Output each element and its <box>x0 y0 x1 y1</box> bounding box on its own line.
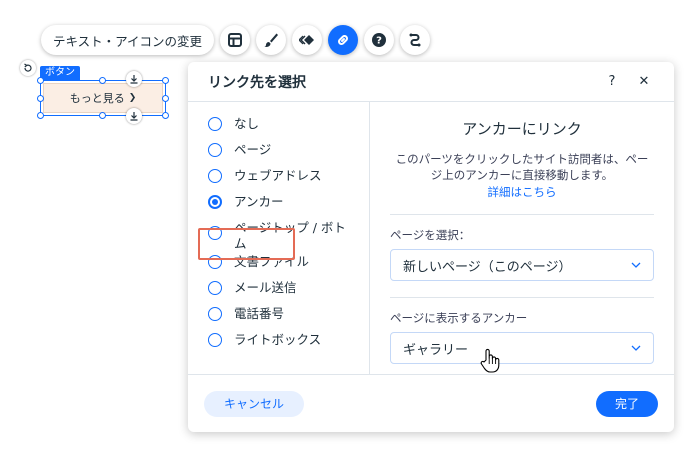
link-type-list: なし ページ ウェブアドレス アンカー ページトップ / ボトム 文書ファイル … <box>188 102 370 374</box>
anchor-description: このパーツをクリックしたサイト訪問者は、ページ上のアンカーに直接移動します。 <box>395 152 649 182</box>
link-panel: リンク先を選択 ? ✕ なし ページ ウェブアドレス アンカー ページトップ /… <box>188 62 674 432</box>
element-toolbar: テキスト・アイコンの変更 ? <box>41 25 431 55</box>
cancel-button[interactable]: キャンセル <box>204 390 305 417</box>
option-lightbox[interactable]: ライトボックス <box>188 332 369 358</box>
chevron-down-icon <box>631 345 641 351</box>
learn-more-link[interactable]: 詳細はこちら <box>390 184 654 200</box>
option-email[interactable]: メール送信 <box>188 280 369 306</box>
divider <box>390 214 654 215</box>
more-button[interactable]: もっと見る ❯ <box>43 83 163 113</box>
resize-handle-tr[interactable] <box>162 77 169 84</box>
panel-footer: キャンセル 完了 <box>188 374 674 432</box>
option-anchor[interactable]: アンカー <box>188 194 369 220</box>
anchor-select-dropdown[interactable]: ギャラリー <box>390 332 654 364</box>
radio-button[interactable] <box>208 117 222 131</box>
option-page[interactable]: ページ <box>188 142 369 168</box>
rotate-icon[interactable] <box>20 60 36 76</box>
radio-button[interactable] <box>208 281 222 295</box>
page-select-value: 新しいページ（このページ） <box>403 259 572 275</box>
resize-handle-tl[interactable] <box>37 77 44 84</box>
radio-button[interactable] <box>208 307 222 321</box>
hand-cursor-icon <box>480 348 500 373</box>
resize-handle-bm[interactable] <box>99 112 106 119</box>
anchor-title: アンカーにリンク <box>462 120 582 138</box>
connect-button[interactable] <box>400 25 431 55</box>
stretch-bottom-icon[interactable] <box>126 108 142 124</box>
close-icon[interactable]: ✕ <box>634 72 654 92</box>
link-icon <box>338 35 348 45</box>
resize-handle-br[interactable] <box>162 112 169 119</box>
animation-icon <box>299 35 315 45</box>
option-phone[interactable]: 電話番号 <box>188 306 369 332</box>
radio-button-checked[interactable] <box>208 195 222 209</box>
radio-button[interactable] <box>208 333 222 347</box>
layout-icon <box>228 33 243 47</box>
resize-handle-bl[interactable] <box>37 112 44 119</box>
anchor-settings: アンカーにリンク このパーツをクリックしたサイト訪問者は、ページ上のアンカーに直… <box>370 102 674 374</box>
highlight-box <box>198 228 295 260</box>
option-web-address[interactable]: ウェブアドレス <box>188 168 369 194</box>
brush-icon <box>264 33 279 47</box>
radio-button[interactable] <box>208 169 222 183</box>
svg-text:?: ? <box>376 36 382 47</box>
stretch-top-icon[interactable] <box>126 71 142 87</box>
radio-button[interactable] <box>208 143 222 157</box>
element-type-tag: ボタン <box>40 66 80 80</box>
help-icon[interactable]: ? <box>602 72 622 92</box>
resize-handle-tm[interactable] <box>99 77 106 84</box>
help-icon: ? <box>372 33 387 47</box>
option-none[interactable]: なし <box>188 116 369 142</box>
anchor-select-value: ギャラリー <box>403 342 469 358</box>
change-text-icon-button[interactable]: テキスト・アイコンの変更 <box>41 25 215 55</box>
connect-icon <box>409 33 421 47</box>
panel-title: リンク先を選択 <box>208 74 306 91</box>
chevron-down-icon <box>631 262 641 268</box>
divider <box>390 297 654 298</box>
panel-header: リンク先を選択 ? ✕ <box>188 62 674 102</box>
selected-element[interactable]: もっと見る ❯ <box>37 77 169 119</box>
panel-body: なし ページ ウェブアドレス アンカー ページトップ / ボトム 文書ファイル … <box>188 102 674 374</box>
resize-handle-ml[interactable] <box>37 95 44 102</box>
design-button[interactable] <box>256 25 287 55</box>
page-select-dropdown[interactable]: 新しいページ（このページ） <box>390 249 654 281</box>
link-button[interactable] <box>328 25 359 55</box>
help-button[interactable]: ? <box>364 25 395 55</box>
chevron-right-icon: ❯ <box>128 93 137 103</box>
page-select-label: ページを選択： <box>390 228 471 242</box>
done-button[interactable]: 完了 <box>595 390 658 417</box>
layout-button[interactable] <box>220 25 251 55</box>
anchor-select-label: ページに表示するアンカー <box>390 311 528 325</box>
resize-handle-mr[interactable] <box>162 95 169 102</box>
more-button-label: もっと見る <box>69 92 125 105</box>
animation-button[interactable] <box>292 25 323 55</box>
